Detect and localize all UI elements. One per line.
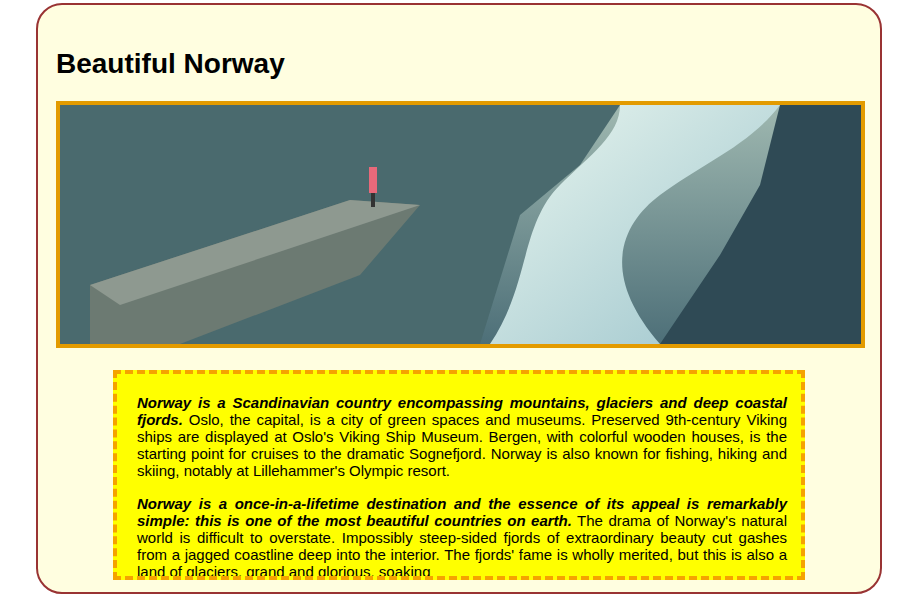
- description-paragraph: Norway is a Scandinavian country encompa…: [137, 394, 787, 479]
- paragraph-body: Oslo, the capital, is a city of green sp…: [137, 411, 787, 479]
- description-paragraph: Norway is a once-in-a-lifetime destinati…: [137, 495, 787, 580]
- page-title: Beautiful Norway: [56, 47, 862, 81]
- article-card: Beautiful Norway Norway is a Scandinavian…: [36, 3, 882, 594]
- description-scroll-box[interactable]: Norway is a Scandinavian country encompa…: [113, 370, 805, 580]
- landscape-icon: [60, 105, 861, 344]
- fjord-photo: [56, 101, 865, 348]
